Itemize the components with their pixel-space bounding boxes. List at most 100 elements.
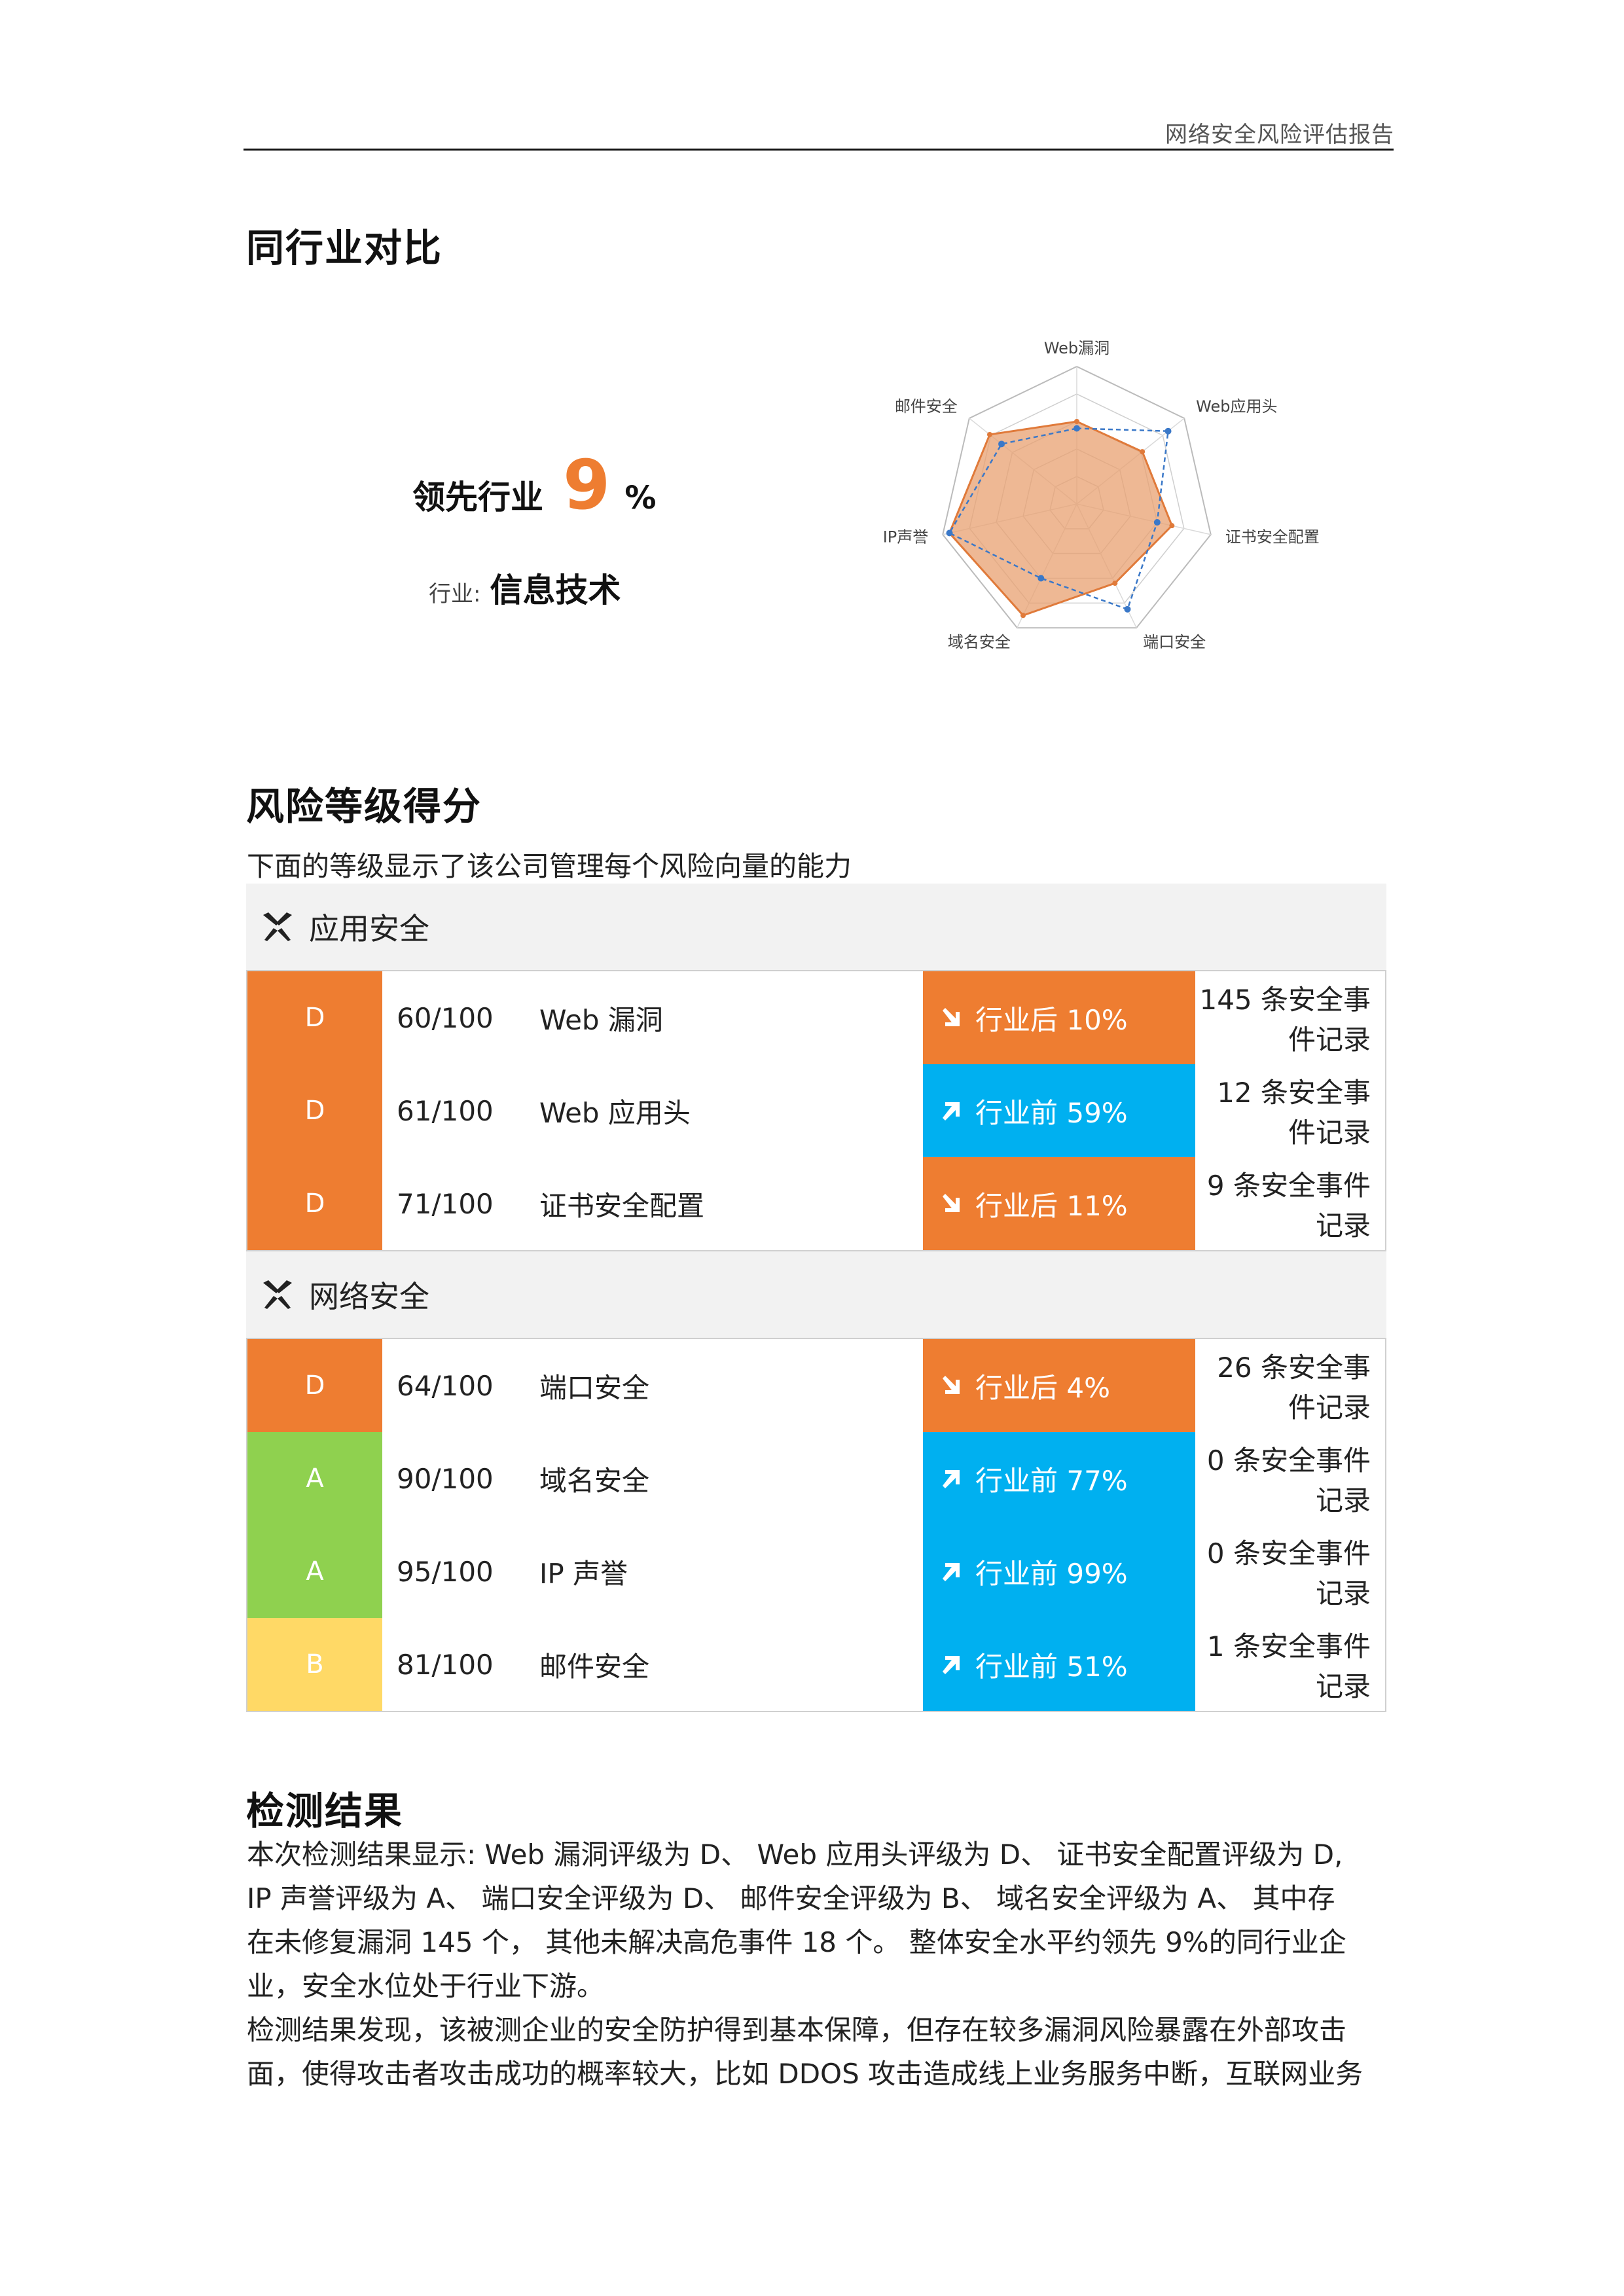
score-value: 81/100 <box>397 1648 494 1681</box>
radar-axis-label: 端口安全 <box>1143 633 1206 651</box>
industry-trend: 行业前 59% <box>923 1064 1195 1157</box>
grade-badge: B <box>247 1618 382 1711</box>
score-value: 60/100 <box>397 1001 494 1034</box>
lead-value: 9 <box>563 445 611 525</box>
grade-badge: D <box>247 1339 382 1432</box>
industry-value: 信息技术 <box>490 571 621 609</box>
radar-point <box>946 529 953 537</box>
risk-row: B 81/100 邮件安全 行业前 51% 1 条安全事件记录 <box>247 1618 1385 1711</box>
event-count: 12 条安全事件记录 <box>1217 1077 1371 1149</box>
risk-row: A 95/100 IP 声誉 行业前 99% 0 条安全事件记录 <box>247 1525 1385 1618</box>
radar-point <box>1169 523 1175 529</box>
arrow-down-right-icon <box>943 1194 960 1212</box>
industry-trend: 行业前 77% <box>923 1432 1195 1525</box>
score-value: 61/100 <box>397 1094 494 1127</box>
risk-vector-name: Web 应用头 <box>539 1096 691 1129</box>
event-count: 0 条安全事件记录 <box>1206 1444 1371 1516</box>
radar-point <box>1020 613 1026 619</box>
tools-icon-wrap <box>259 908 296 945</box>
score-value: 64/100 <box>397 1369 494 1402</box>
trend-text: 行业后 10% <box>975 1003 1128 1036</box>
industry-label: 行业: <box>429 581 481 607</box>
risk-row: D 64/100 端口安全 行业后 4% 26 条安全事件记录 <box>247 1339 1385 1432</box>
grade-badge: D <box>247 1064 382 1157</box>
industry-trend: 行业后 10% <box>923 971 1195 1064</box>
grade-badge: D <box>247 1157 382 1250</box>
risk-vector-name: 端口安全 <box>539 1371 650 1404</box>
risk-group-title: 应用安全 <box>309 911 429 946</box>
score-value: 71/100 <box>397 1187 494 1220</box>
radar-point <box>1112 581 1118 586</box>
paragraph-line: 面，使得攻击者攻击成功的概率较大，比如 DDOS 攻击造成线上业务服务中断，互联… <box>247 2058 1363 2090</box>
industry-info: 行业: 信息技术 <box>429 564 621 611</box>
report-header-title: 网络安全风险评估报告 <box>1165 122 1394 148</box>
trend-text: 行业前 77% <box>975 1464 1128 1497</box>
industry-trend: 行业后 4% <box>923 1339 1195 1432</box>
event-count: 26 条安全事件记录 <box>1217 1352 1371 1424</box>
trend-text: 行业前 51% <box>975 1650 1128 1683</box>
risk-vector-name: IP 声誉 <box>539 1557 628 1590</box>
lead-unit: % <box>624 480 657 516</box>
risk-row: D 60/100 Web 漏洞 行业后 10% 145 条安全事件记录 <box>247 971 1385 1064</box>
trend-text: 行业后 11% <box>975 1189 1128 1222</box>
section-heading-results: 检测结果 <box>246 1789 404 1833</box>
event-count: 145 条安全事件记录 <box>1199 984 1371 1056</box>
radar-axis-label: 证书安全配置 <box>1225 528 1320 547</box>
event-count: 0 条安全事件记录 <box>1206 1537 1371 1609</box>
paragraph-line: 业，安全水位处于行业下游。 <box>247 1970 605 2002</box>
tools-icon <box>263 912 292 941</box>
tools-icon <box>263 1280 292 1309</box>
radar-axis-label: 邮件安全 <box>895 397 958 416</box>
radar-point <box>1038 575 1045 582</box>
radar-axis-label: 域名安全 <box>948 633 1011 651</box>
arrow-down-right-icon <box>943 1008 960 1026</box>
radar-point <box>1124 605 1131 613</box>
event-count: 1 条安全事件记录 <box>1206 1630 1371 1702</box>
risk-row: D 61/100 Web 应用头 行业前 59% 12 条安全事件记录 <box>247 1064 1385 1157</box>
risk-group-title: 网络安全 <box>309 1279 429 1314</box>
trend-text: 行业前 59% <box>975 1096 1128 1129</box>
results-paragraph: 本次检测结果显示: Web 漏洞评级为 D、 Web 应用头评级为 D、 证书安… <box>247 1833 1387 2096</box>
arrow-down-right-icon <box>943 1376 960 1394</box>
paragraph-line: IP 声誉评级为 A、 端口安全评级为 D、 邮件安全评级为 B、 域名安全评级… <box>247 1882 1335 1914</box>
risk-group-rows: D 64/100 端口安全 行业后 4% 26 条安全事件记录 A 90/100 域名安全 行业… <box>246 1338 1386 1712</box>
header-divider <box>244 149 1394 151</box>
radar-point <box>987 431 993 437</box>
trend-text: 行业前 99% <box>975 1557 1128 1590</box>
paragraph-line: 在未修复漏洞 145 个， 其他未解决高危事件 18 个。 整体安全水平约领先 … <box>247 1926 1346 1958</box>
risk-subtitle: 下面的等级显示了该公司管理每个风险向量的能力 <box>247 850 852 882</box>
trend-text: 行业后 4% <box>975 1371 1110 1404</box>
score-value: 90/100 <box>397 1462 494 1495</box>
radar-chart: Web漏洞 Web应用头证书安全配置端口安全 域名安全 IP声誉 邮件安全 <box>883 339 1320 651</box>
grade-badge: A <box>247 1432 382 1525</box>
tools-icon-wrap <box>259 1276 296 1313</box>
risk-score-table: 应用安全 D 60/100 Web 漏洞 行业后 10% 145 条安全事件记录 D 61/1… <box>246 884 1386 1712</box>
radar-point <box>1153 519 1161 526</box>
risk-group-header: 应用安全 <box>246 884 1386 970</box>
industry-trend: 行业前 99% <box>923 1525 1195 1618</box>
arrow-up-right-icon <box>943 1470 960 1488</box>
risk-group-rows: D 60/100 Web 漏洞 行业后 10% 145 条安全事件记录 D 61/100 We… <box>246 970 1386 1251</box>
radar-axis-label: IP声誉 <box>883 528 929 547</box>
risk-group-header: 网络安全 <box>246 1251 1386 1338</box>
section-heading-comparison: 同行业对比 <box>246 226 443 270</box>
industry-lead: 领先行业 9 % <box>412 445 656 525</box>
radar-point <box>1074 425 1080 432</box>
radar-point <box>1140 449 1146 455</box>
score-value: 95/100 <box>397 1555 494 1588</box>
radar-point <box>1164 427 1172 435</box>
risk-vector-name: 邮件安全 <box>539 1650 650 1683</box>
arrow-up-right-icon <box>943 1102 960 1121</box>
grade-badge: A <box>247 1525 382 1618</box>
radar-point <box>998 440 1005 448</box>
risk-row: A 90/100 域名安全 行业前 77% 0 条安全事件记录 <box>247 1432 1385 1525</box>
industry-trend: 行业前 51% <box>923 1618 1195 1711</box>
event-count: 9 条安全事件记录 <box>1206 1170 1371 1242</box>
arrow-up-right-icon <box>943 1656 960 1674</box>
radar-point <box>1074 419 1079 424</box>
risk-vector-name: Web 漏洞 <box>539 1003 663 1036</box>
risk-vector-name: 域名安全 <box>539 1464 650 1497</box>
paragraph-line: 检测结果发现，该被测企业的安全防护得到基本保障，但存在较多漏洞风险暴露在外部攻击 <box>247 2014 1347 2046</box>
arrow-up-right-icon <box>943 1563 960 1581</box>
grade-badge: D <box>247 971 382 1064</box>
